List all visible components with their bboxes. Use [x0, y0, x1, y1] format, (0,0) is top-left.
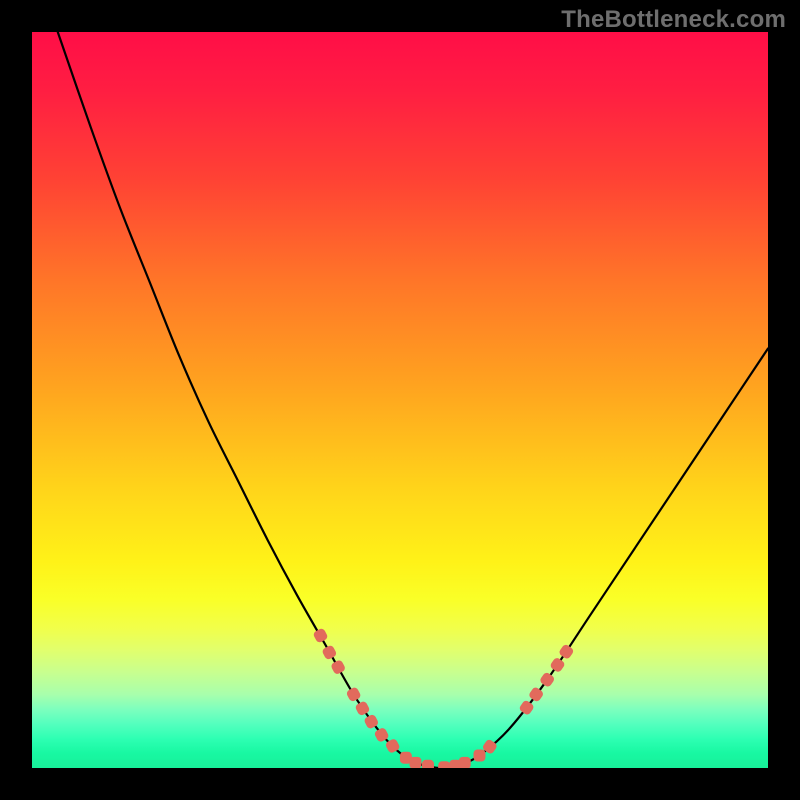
marker-dot: [558, 643, 575, 660]
marker-dot: [346, 686, 362, 702]
marker-dot: [549, 657, 566, 674]
watermark-text: TheBottleneck.com: [561, 6, 786, 34]
plot-area: [32, 32, 768, 768]
bottleneck-curve: [58, 32, 768, 768]
marker-dot: [312, 627, 328, 643]
marker-dot: [438, 761, 450, 768]
marker-dot: [409, 757, 421, 768]
marker-dot: [459, 757, 471, 768]
marker-dot: [422, 760, 434, 768]
marker-dot: [473, 749, 485, 761]
marker-dot: [539, 671, 556, 688]
chart-svg: [32, 32, 768, 768]
marker-dot: [330, 659, 346, 675]
marker-dot: [321, 644, 337, 660]
marker-dot: [354, 700, 370, 716]
highlight-markers: [312, 627, 574, 768]
